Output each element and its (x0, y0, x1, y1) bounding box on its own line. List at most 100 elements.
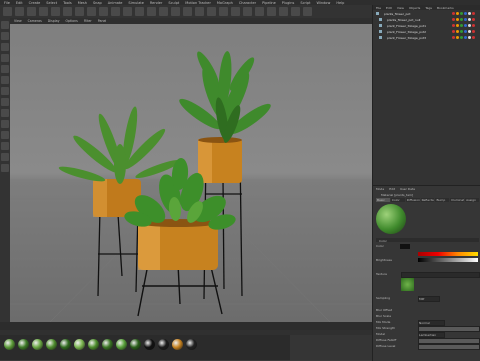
toolbar-button[interactable] (111, 7, 120, 16)
material-tab[interactable]: Color (390, 198, 405, 202)
tag-icon[interactable] (460, 36, 463, 39)
tag-icon[interactable] (452, 24, 455, 27)
mode-button[interactable] (1, 32, 9, 40)
toolbar-button[interactable] (3, 7, 12, 16)
toolbar-button[interactable] (75, 7, 84, 16)
toolbar-button[interactable] (15, 7, 24, 16)
menu-item[interactable]: Animate (108, 1, 123, 5)
menu-item[interactable]: Window (317, 1, 331, 5)
toolbar-button[interactable] (159, 7, 168, 16)
mode-button[interactable] (1, 76, 9, 84)
material-tab[interactable]: Diffusion (405, 198, 420, 202)
material-ball[interactable] (18, 339, 29, 350)
texture-thumbnail[interactable] (401, 278, 414, 291)
menu-item[interactable]: Mesh (78, 1, 87, 5)
attribute-tab[interactable]: Mode (376, 187, 384, 191)
material-tab[interactable]: Basic (376, 198, 390, 202)
tag-icon[interactable] (468, 30, 471, 33)
material-ball[interactable] (186, 339, 197, 350)
menu-item[interactable]: Select (46, 1, 57, 5)
menu-item[interactable]: Edit (16, 1, 23, 5)
tag-icon[interactable] (472, 36, 475, 39)
mode-button[interactable] (1, 65, 9, 73)
toolbar-button[interactable] (135, 7, 144, 16)
tag-icon[interactable] (468, 18, 471, 21)
tag-icon[interactable] (472, 30, 475, 33)
menu-item[interactable]: File (4, 1, 10, 5)
object-tab[interactable]: Bookmarks (437, 6, 454, 10)
color-swatch[interactable] (400, 244, 410, 249)
menu-item[interactable]: Motion Tracker (185, 1, 211, 5)
menu-item[interactable]: Plugins (282, 1, 295, 5)
tag-icon[interactable] (452, 36, 455, 39)
tag-icon[interactable] (456, 30, 459, 33)
object-tab[interactable]: View (397, 6, 404, 10)
tag-icon[interactable] (464, 18, 467, 21)
brightness-slider[interactable] (418, 258, 478, 262)
object-tab[interactable]: Objects (409, 6, 420, 10)
object-row[interactable]: plants_flower_pot_null (375, 17, 479, 22)
attribute-tab[interactable]: Edit (389, 187, 395, 191)
mode-button[interactable] (1, 120, 9, 128)
material-tab[interactable]: Reflectance (420, 198, 435, 202)
toolbar-button[interactable] (147, 7, 156, 16)
tag-icon[interactable] (468, 12, 471, 15)
tag-icon[interactable] (456, 12, 459, 15)
tag-icon[interactable] (460, 12, 463, 15)
menu-item[interactable]: Snap (93, 1, 102, 5)
tag-icon[interactable] (472, 18, 475, 21)
menu-item[interactable]: Pipeline (262, 1, 276, 5)
material-ball[interactable] (130, 339, 141, 350)
toolbar-button[interactable] (63, 7, 72, 16)
color-gradient-slider[interactable] (418, 252, 478, 256)
mode-button[interactable] (1, 164, 9, 172)
mode-button[interactable] (1, 131, 9, 139)
toolbar-button[interactable] (99, 7, 108, 16)
object-tags[interactable] (452, 12, 475, 15)
object-tags[interactable] (452, 18, 475, 21)
object-tags[interactable] (452, 36, 475, 39)
material-ball[interactable] (116, 339, 127, 350)
toolbar-button[interactable] (255, 7, 264, 16)
tag-icon[interactable] (468, 24, 471, 27)
material-ball[interactable] (60, 339, 71, 350)
tag-icon[interactable] (464, 24, 467, 27)
material-ball[interactable] (74, 339, 85, 350)
mode-button[interactable] (1, 43, 9, 51)
mode-button[interactable] (1, 142, 9, 150)
viewport-menu-item[interactable]: View (14, 19, 22, 23)
tag-icon[interactable] (464, 30, 467, 33)
tag-icon[interactable] (468, 36, 471, 39)
tag-icon[interactable] (464, 12, 467, 15)
menu-item[interactable]: Simulate (128, 1, 143, 5)
viewport-menu-item[interactable]: Options (66, 19, 78, 23)
material-ball[interactable] (172, 339, 183, 350)
tag-icon[interactable] (464, 36, 467, 39)
toolbar-button[interactable] (27, 7, 36, 16)
menu-item[interactable]: Character (239, 1, 256, 5)
toolbar-button[interactable] (183, 7, 192, 16)
menu-item[interactable]: MoGraph (217, 1, 233, 5)
tag-icon[interactable] (456, 36, 459, 39)
menu-item[interactable]: Create (29, 1, 41, 5)
material-ball[interactable] (88, 339, 99, 350)
tag-icon[interactable] (452, 18, 455, 21)
object-tab[interactable]: File (376, 6, 381, 10)
toolbar-button[interactable] (291, 7, 300, 16)
material-ball[interactable] (102, 339, 113, 350)
sampling-select[interactable]: MIP (418, 296, 440, 302)
mode-button[interactable] (1, 109, 9, 117)
object-tab[interactable]: Tags (425, 6, 432, 10)
mix-strength-slider[interactable] (418, 326, 480, 332)
toolbar-button[interactable] (39, 7, 48, 16)
object-row[interactable]: plant_Flower_foliage_pot3 (375, 35, 479, 40)
material-ball[interactable] (46, 339, 57, 350)
toolbar-button[interactable] (279, 7, 288, 16)
menu-item[interactable]: Script (300, 1, 310, 5)
texture-field[interactable] (401, 272, 480, 278)
toolbar-button[interactable] (231, 7, 240, 16)
mode-button[interactable] (1, 21, 9, 29)
material-tab[interactable]: Illumination (450, 198, 465, 202)
attribute-tab[interactable]: User Data (400, 187, 415, 191)
toolbar-button[interactable] (195, 7, 204, 16)
